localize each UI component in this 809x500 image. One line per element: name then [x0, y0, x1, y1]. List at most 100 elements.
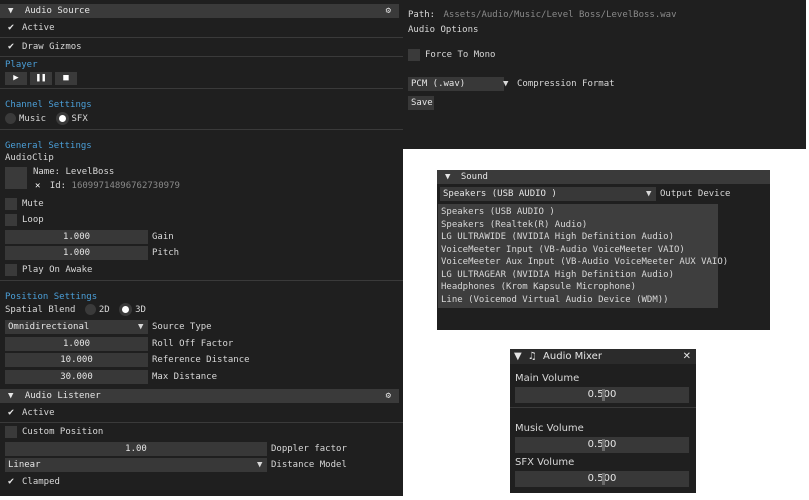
- path-value: Assets/Audio/Music/Level Boss/LevelBoss.…: [443, 10, 677, 20]
- distance-model-label: Distance Model: [271, 460, 347, 470]
- mute-label: Mute: [22, 199, 44, 209]
- divider: [0, 280, 403, 281]
- blend-2d-radio[interactable]: [84, 304, 96, 315]
- spatial-blend-label: Spatial Blend: [5, 305, 76, 315]
- doppler-field[interactable]: 1.00: [5, 442, 267, 456]
- remove-clip-icon[interactable]: ✕: [35, 181, 40, 191]
- format-dropdown[interactable]: PCM (.wav): [408, 77, 504, 91]
- device-option[interactable]: Speakers (Realtek(R) Audio): [438, 219, 718, 232]
- gain-label: Gain: [152, 232, 174, 242]
- audio-listener-title: Audio Listener: [24, 391, 101, 401]
- custom-position-label: Custom Position: [22, 427, 104, 437]
- play-on-awake-checkbox[interactable]: [5, 263, 17, 276]
- id-value: 16099714896762730979: [71, 181, 180, 191]
- close-icon[interactable]: ✕: [683, 349, 691, 364]
- active-label: Active: [22, 23, 55, 33]
- device-option[interactable]: Line (Voicemod Virtual Audio Device (WDM…: [438, 294, 718, 307]
- source-type-arrow-icon[interactable]: ▼: [138, 320, 143, 334]
- pause-button[interactable]: ❚❚: [30, 72, 52, 85]
- draw-gizmos-row[interactable]: ✔ Draw Gizmos: [5, 40, 82, 54]
- force-mono-row[interactable]: Force To Mono: [408, 48, 495, 62]
- audioclip-thumbnail[interactable]: [5, 167, 27, 189]
- clamped-row[interactable]: ✔ Clamped: [5, 475, 60, 489]
- channel-sfx-radio[interactable]: [55, 112, 69, 125]
- play-on-awake-label: Play On Awake: [22, 265, 93, 275]
- slider-grab[interactable]: [602, 389, 605, 401]
- sfx-volume-slider[interactable]: 0.500: [515, 471, 689, 487]
- distance-model-dropdown[interactable]: Linear: [5, 458, 267, 472]
- custom-position-checkbox[interactable]: [5, 425, 17, 438]
- listener-active-row[interactable]: ✔ Active: [5, 406, 55, 420]
- divider: [0, 37, 403, 38]
- music-volume-slider[interactable]: 0.500: [515, 437, 689, 453]
- sound-header[interactable]: ▼ Sound: [437, 170, 770, 184]
- stop-button[interactable]: ■: [55, 72, 77, 85]
- audio-mixer-window: ▼ ♫ Audio Mixer ✕ Main Volume 0.500 Musi…: [510, 349, 696, 493]
- distance-model-arrow-icon[interactable]: ▼: [257, 458, 262, 472]
- mute-checkbox[interactable]: [5, 197, 17, 210]
- active-checkbox-row[interactable]: ✔ Active: [5, 21, 55, 35]
- collapse-arrow-icon[interactable]: ▼: [445, 172, 450, 182]
- play-button[interactable]: ▶: [5, 72, 27, 85]
- format-arrow-icon[interactable]: ▼: [503, 77, 508, 91]
- divider: [510, 407, 696, 408]
- rolloff-field[interactable]: 1.000: [5, 337, 148, 351]
- check-icon[interactable]: ✔: [5, 22, 17, 34]
- collapse-arrow-icon[interactable]: ▼: [514, 351, 522, 362]
- gear-icon[interactable]: ⚙: [386, 4, 391, 18]
- main-volume-slider[interactable]: 0.500: [515, 387, 689, 403]
- gear-icon[interactable]: ⚙: [386, 389, 391, 403]
- loop-checkbox[interactable]: [5, 213, 17, 226]
- draw-gizmos-label: Draw Gizmos: [22, 42, 82, 52]
- play-on-awake-row[interactable]: Play On Awake: [5, 263, 92, 277]
- audioclip-name: Name: LevelBoss: [33, 167, 115, 177]
- audio-source-header[interactable]: ▼ Audio Source ⚙: [0, 4, 399, 18]
- device-option[interactable]: Headphones (Krom Kapsule Microphone): [438, 281, 718, 294]
- mute-row[interactable]: Mute: [5, 197, 44, 211]
- device-option[interactable]: Speakers (USB AUDIO ): [438, 206, 718, 219]
- divider: [0, 56, 403, 57]
- clamped-label: Clamped: [22, 477, 60, 487]
- output-device-list: Speakers (USB AUDIO ) Speakers (Realtek(…: [438, 204, 728, 308]
- check-icon[interactable]: ✔: [5, 476, 17, 488]
- channel-music-radio[interactable]: [5, 113, 16, 124]
- channel-section-title: Channel Settings: [5, 100, 92, 110]
- mixer-titlebar[interactable]: ▼ ♫ Audio Mixer ✕: [510, 349, 696, 364]
- output-device-arrow-icon[interactable]: ▼: [646, 187, 651, 201]
- max-distance-field[interactable]: 30.000: [5, 370, 148, 384]
- blend-3d-radio[interactable]: [119, 303, 133, 316]
- max-distance-label: Max Distance: [152, 372, 218, 382]
- path-label: Path:: [408, 10, 436, 20]
- blend-3d-label: 3D: [135, 305, 146, 315]
- audio-listener-header[interactable]: ▼ Audio Listener ⚙: [0, 389, 399, 403]
- save-button[interactable]: Save: [408, 96, 434, 110]
- pitch-field[interactable]: 1.000: [5, 246, 148, 260]
- gain-field[interactable]: 1.000: [5, 230, 148, 244]
- force-mono-label: Force To Mono: [425, 50, 496, 60]
- collapse-arrow-icon[interactable]: ▼: [8, 391, 13, 401]
- custom-position-row[interactable]: Custom Position: [5, 425, 103, 439]
- check-icon[interactable]: ✔: [5, 407, 17, 419]
- position-section-title: Position Settings: [5, 292, 98, 302]
- device-option[interactable]: VoiceMeeter Aux Input (VB-Audio VoiceMee…: [438, 256, 728, 269]
- collapse-arrow-icon[interactable]: ▼: [8, 6, 13, 16]
- spatial-blend-row: Spatial Blend 2D 3D: [5, 303, 146, 317]
- music-note-icon: ♫: [527, 351, 537, 362]
- ref-distance-field[interactable]: 10.000: [5, 353, 148, 367]
- device-option[interactable]: LG ULTRAWIDE (NVIDIA High Definition Aud…: [438, 231, 718, 244]
- force-mono-checkbox[interactable]: [408, 48, 420, 61]
- loop-row[interactable]: Loop: [5, 213, 44, 227]
- sound-title: Sound: [460, 172, 488, 182]
- audioclip-id-row: ✕ Id: 16099714896762730979: [35, 179, 180, 193]
- device-option[interactable]: LG ULTRAGEAR (NVIDIA High Definition Aud…: [438, 269, 718, 282]
- output-device-dropdown[interactable]: Speakers (USB AUDIO ): [440, 187, 656, 201]
- doppler-label: Doppler factor: [271, 444, 347, 454]
- slider-grab[interactable]: [602, 439, 605, 451]
- check-icon[interactable]: ✔: [5, 41, 17, 53]
- slider-grab[interactable]: [602, 473, 605, 485]
- device-option[interactable]: VoiceMeeter Input (VB-Audio VoiceMeeter …: [438, 244, 718, 257]
- loop-label: Loop: [22, 215, 44, 225]
- channel-sfx-label: SFX: [71, 114, 88, 124]
- player-controls: ▶ ❚❚ ■: [5, 71, 80, 85]
- source-type-dropdown[interactable]: Omnidirectional: [5, 320, 148, 334]
